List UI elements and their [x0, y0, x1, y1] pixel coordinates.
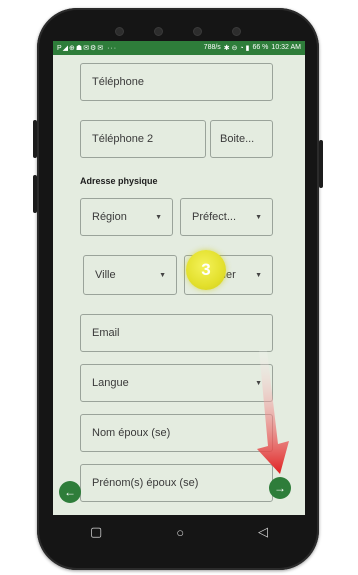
battery-level: 66 %	[252, 44, 269, 51]
telephone-placeholder: Téléphone	[92, 76, 144, 88]
nom-epoux-input[interactable]: Nom époux (se)	[80, 414, 273, 452]
boite-input[interactable]: Boite...	[210, 120, 273, 158]
circle-icon[interactable]: ○	[176, 525, 184, 540]
network-speed: 788/s	[203, 44, 221, 51]
telephone2-input[interactable]: Téléphone 2	[80, 120, 206, 158]
nom-epoux-placeholder: Nom époux (se)	[92, 427, 171, 439]
caret-down-icon: ▼	[255, 379, 262, 387]
phone-top-sensors	[37, 27, 319, 36]
caret-down-icon: ▼	[255, 213, 262, 221]
volume-button	[33, 120, 37, 158]
langue-select[interactable]: Langue ▼	[80, 364, 273, 402]
caret-down-icon: ▼	[255, 271, 262, 279]
prefecture-select[interactable]: Préfect... ▼	[180, 198, 273, 236]
status-right: 788/s ✱ ⊖ ◔ ▮ 66 % 10:32 AM	[204, 44, 301, 52]
langue-label: Langue	[92, 377, 129, 389]
section-title-address: Adresse physique	[80, 176, 158, 186]
volume-button	[33, 175, 37, 213]
prenom-epoux-input[interactable]: Prénom(s) époux (se)	[80, 464, 273, 502]
sensor-dot	[232, 27, 241, 36]
sensor-dot	[193, 27, 202, 36]
triangle-icon[interactable]: ◁	[258, 524, 268, 540]
ville-select[interactable]: Ville ▼	[83, 255, 177, 295]
telephone-input[interactable]: Téléphone	[80, 63, 273, 101]
prefecture-label: Préfect...	[192, 211, 237, 223]
status-notification-icons: P◢⊕☗✉⚙✉ ···	[57, 45, 118, 52]
region-select[interactable]: Région ▼	[80, 198, 173, 236]
arrow-right-icon: →	[274, 481, 286, 495]
power-button	[319, 140, 323, 188]
prev-button[interactable]: ←	[59, 481, 81, 503]
sensor-dot	[115, 27, 124, 36]
arrow-left-icon: ←	[64, 485, 76, 499]
app-screen: P◢⊕☗✉⚙✉ ··· 788/s ✱ ⊖ ◔ ▮ 66 % 10:32 AM …	[53, 41, 305, 515]
ville-label: Ville	[95, 269, 116, 281]
status-bar: P◢⊕☗✉⚙✉ ··· 788/s ✱ ⊖ ◔ ▮ 66 % 10:32 AM	[53, 41, 305, 55]
sensor-dot	[154, 27, 163, 36]
status-system-icons: ✱ ⊖ ◔ ▮	[223, 45, 250, 52]
next-button[interactable]: →	[269, 477, 291, 499]
step-badge: 3	[186, 250, 226, 290]
boite-placeholder: Boite...	[220, 133, 255, 145]
email-input[interactable]: Email	[80, 314, 273, 352]
square-icon[interactable]: ▢	[90, 524, 102, 540]
region-label: Région	[92, 211, 127, 223]
prenom-epoux-placeholder: Prénom(s) époux (se)	[92, 477, 199, 489]
caret-down-icon: ▼	[155, 213, 162, 221]
telephone2-placeholder: Téléphone 2	[92, 133, 154, 145]
clock: 10:32 AM	[271, 44, 301, 51]
email-placeholder: Email	[92, 327, 120, 339]
android-nav-bar: ▢ ○ ◁	[53, 515, 305, 549]
caret-down-icon: ▼	[159, 271, 166, 279]
